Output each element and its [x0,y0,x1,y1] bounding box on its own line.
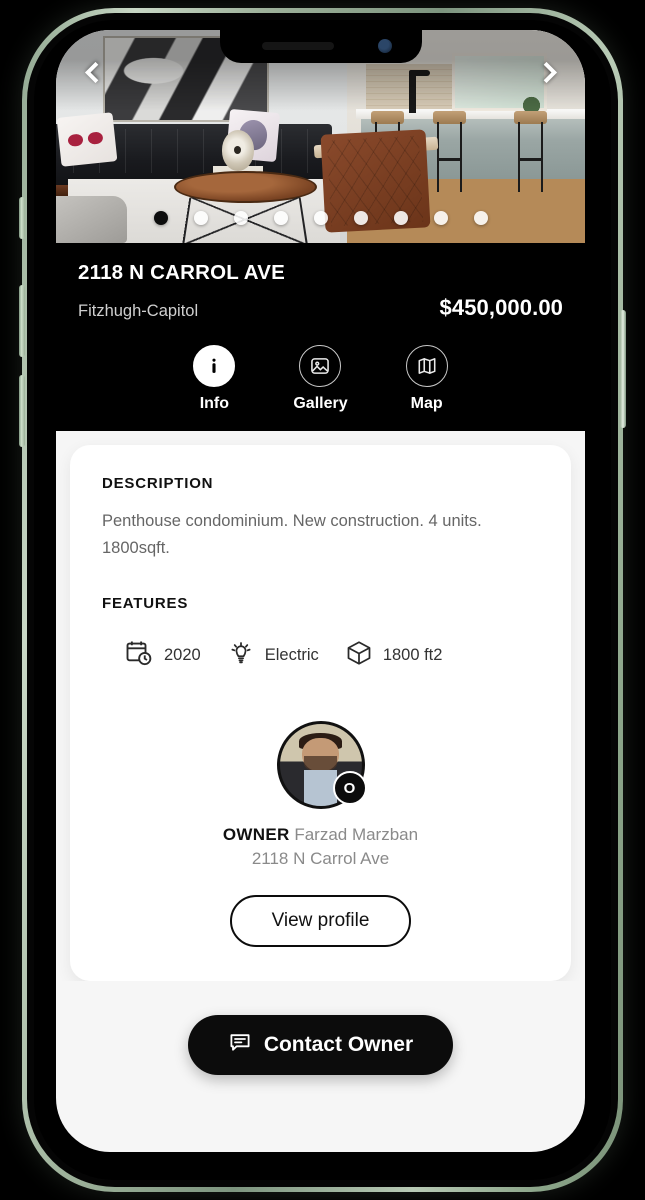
gallery-pagination-dots[interactable] [56,211,585,225]
phone-screen: 2118 N CARROL AVE Fitzhugh-Capitol $450,… [56,30,585,1152]
map-icon [405,345,448,387]
tab-map-label: Map [410,395,443,412]
gallery-next-button[interactable] [529,50,563,94]
cube-icon [345,639,373,672]
feature-utility-label: Electric [264,646,319,665]
screenshot-stage: 2118 N CARROL AVE Fitzhugh-Capitol $450,… [0,0,645,1200]
owner-name: Farzad Marzban [294,825,419,845]
lightbulb-icon [227,639,255,672]
owner-section: O OWNER Farzad Marzban 2118 N Carrol Ave… [102,721,539,948]
gallery-dot[interactable] [193,211,208,225]
section-tabs: Info Gallery Map [78,345,563,431]
gallery-prev-button[interactable] [78,50,112,94]
tab-gallery[interactable]: Gallery [293,345,348,413]
owner-address: 2118 N Carrol Ave [251,849,390,869]
chevron-left-icon [84,61,106,83]
gallery-dot[interactable] [273,211,288,225]
volume-down-button[interactable] [19,375,25,447]
features-heading: FEATURES [102,595,189,613]
property-price: $450,000.00 [439,295,563,320]
contact-owner-button[interactable]: Contact Owner [187,1015,454,1076]
gallery-dot[interactable] [393,211,408,225]
gallery-dot[interactable] [233,211,248,225]
contact-owner-label: Contact Owner [263,1033,414,1057]
owner-name-line: OWNER Farzad Marzban [223,825,418,845]
calendar-clock-icon [124,638,154,673]
info-card: DESCRIPTION Penthouse condominium. New c… [70,445,571,982]
feature-year-label: 2020 [164,646,201,665]
tab-gallery-label: Gallery [293,395,348,412]
gallery-dot[interactable] [153,211,168,225]
feature-utility: Electric [227,639,319,672]
property-subrow: Fitzhugh-Capitol $450,000.00 [78,295,563,321]
avatar-shirt [304,770,337,807]
feature-area-label: 1800 ft2 [382,646,443,665]
feature-year-built: 2020 [124,638,201,673]
property-neighborhood: Fitzhugh-Capitol [78,302,199,320]
features-list: 2020 Electric 1800 ft2 [102,638,539,673]
gallery-dot[interactable] [353,211,368,225]
owner-role-label: OWNER [222,825,290,845]
property-address: 2118 N CARROL AVE [78,261,285,284]
description-text: Penthouse condominium. New construction.… [102,512,482,557]
phone-notch [219,30,422,63]
cta-bar: Contact Owner [56,981,585,1076]
power-button[interactable] [620,310,626,428]
volume-up-button[interactable] [19,285,25,357]
chevron-right-icon [535,61,557,83]
owner-badge: O [332,771,367,806]
description-heading: DESCRIPTION [102,475,214,492]
gallery-dot[interactable] [433,211,448,225]
gallery-dot[interactable] [313,211,328,225]
mute-switch-button[interactable] [19,197,25,239]
content-sheet: DESCRIPTION Penthouse condominium. New c… [56,431,585,1076]
feature-area: 1800 ft2 [345,639,443,672]
image-icon [299,345,342,387]
tab-info[interactable]: Info [193,345,236,413]
front-camera-icon [377,39,392,53]
gallery-dot[interactable] [473,211,488,225]
tab-info-label: Info [199,395,230,412]
owner-avatar-wrapper[interactable]: O [276,721,367,810]
chat-bubble-icon [228,1030,252,1060]
property-header: 2118 N CARROL AVE Fitzhugh-Capitol $450,… [56,243,585,431]
tab-map[interactable]: Map [405,345,448,413]
info-icon [193,345,236,387]
view-profile-button[interactable]: View profile [229,895,412,948]
earpiece-speaker [261,42,334,50]
